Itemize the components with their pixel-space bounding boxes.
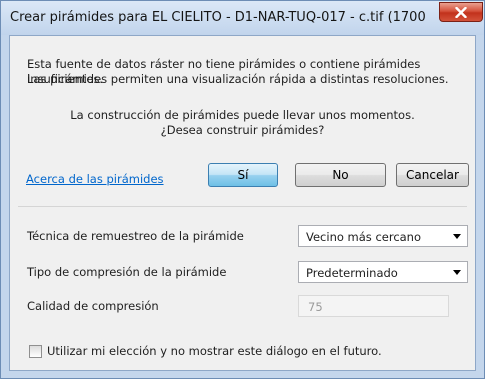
info-message-line2: Las pirámides permiten una visualización… bbox=[27, 72, 449, 86]
compression-quality-input[interactable]: 75 bbox=[298, 295, 449, 317]
chevron-down-icon bbox=[453, 234, 461, 239]
remember-choice-label[interactable]: Utilizar mi elección y no mostrar este d… bbox=[47, 344, 382, 358]
question-line2: ¿Desea construir pirámides? bbox=[160, 123, 325, 137]
compression-selected-value: Predeterminado bbox=[306, 266, 398, 280]
remember-choice-checkbox[interactable] bbox=[29, 345, 42, 358]
dialog-body: Esta fuente de datos ráster no tiene pir… bbox=[9, 35, 476, 371]
resampling-select[interactable]: Vecino más cercano bbox=[298, 225, 468, 247]
close-icon bbox=[455, 6, 467, 18]
compression-quality-label: Calidad de compresión bbox=[27, 299, 159, 313]
compression-type-label: Tipo de compresión de la pirámide bbox=[27, 265, 227, 279]
yes-button[interactable]: Sí bbox=[208, 163, 278, 187]
cancel-button[interactable]: Cancelar bbox=[396, 163, 469, 187]
question-line1: La construcción de pirámides puede lleva… bbox=[70, 108, 415, 122]
resampling-label: Técnica de remuestreo de la pirámide bbox=[27, 229, 244, 243]
title-bar[interactable]: Crear pirámides para EL CIELITO - D1-NAR… bbox=[1, 1, 484, 35]
dialog-window: Crear pirámides para EL CIELITO - D1-NAR… bbox=[0, 0, 485, 379]
about-pyramids-link[interactable]: Acerca de las pirámides bbox=[26, 172, 164, 186]
no-button[interactable]: No bbox=[295, 163, 386, 187]
divider bbox=[18, 206, 467, 207]
compression-quality-value: 75 bbox=[308, 300, 323, 314]
close-button[interactable] bbox=[439, 2, 483, 22]
resampling-selected-value: Vecino más cercano bbox=[306, 230, 422, 244]
compression-type-select[interactable]: Predeterminado bbox=[298, 261, 468, 283]
chevron-down-icon bbox=[453, 270, 461, 275]
window-title: Crear pirámides para EL CIELITO - D1-NAR… bbox=[10, 10, 430, 25]
